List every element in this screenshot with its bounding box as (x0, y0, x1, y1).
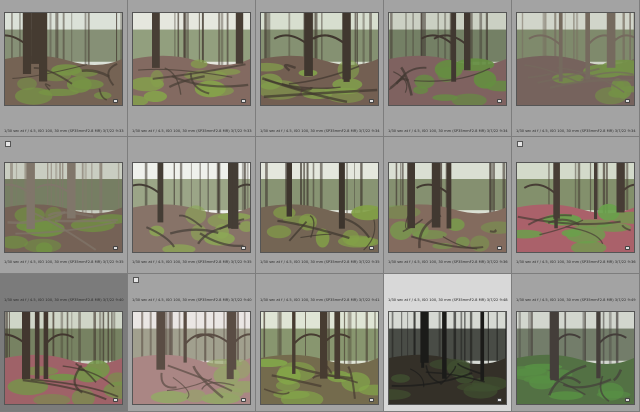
photo-cell[interactable]: 1/30 sec at f / 4.5, ISO 100, 30 mm (SP3… (0, 274, 128, 412)
photo-thumbnail[interactable] (261, 163, 378, 252)
edit-badge-icon (497, 99, 502, 103)
photo-thumbnail[interactable] (5, 13, 122, 105)
photo-thumbnail[interactable] (261, 312, 378, 404)
edit-badge-icon (113, 398, 118, 402)
flag-badge-icon[interactable] (5, 141, 11, 147)
edit-badge-icon (369, 99, 374, 103)
photo-cell[interactable]: 1/30 sec at f / 4.5, ISO 100, 30 mm (SP3… (256, 137, 384, 274)
edit-badge-icon (369, 398, 374, 402)
photo-metadata: 1/30 sec at f / 4.5, ISO 100, 30 mm (SP3… (4, 129, 124, 133)
photo-cell[interactable]: 1/30 sec at f / 4.5, ISO 100, 30 mm (SP3… (128, 274, 256, 412)
photo-thumbnail[interactable] (517, 163, 634, 252)
edit-badge-icon (625, 99, 630, 103)
photo-metadata: 1/30 sec at f / 4.5, ISO 100, 30 mm (SP3… (132, 298, 252, 302)
photo-metadata: 1/30 sec at f / 4.5, ISO 100, 30 mm (SP3… (516, 260, 636, 264)
edit-badge-icon (369, 246, 374, 250)
photo-cell[interactable]: 1/30 sec at f / 4.5, ISO 100, 30 mm (SP3… (128, 137, 256, 274)
photo-thumbnail[interactable] (5, 312, 122, 404)
photo-cell[interactable]: 1/30 sec at f / 4.5, ISO 100, 30 mm (SP3… (512, 137, 640, 274)
edit-badge-icon (625, 246, 630, 250)
photo-thumbnail[interactable] (5, 163, 122, 252)
photo-cell[interactable]: 1/30 sec at f / 4.5, ISO 100, 30 mm (SP3… (256, 0, 384, 137)
edit-badge-icon (497, 398, 502, 402)
photo-cell[interactable]: 1/30 sec at f / 4.5, ISO 100, 30 mm (SP3… (384, 0, 512, 137)
photo-metadata: 1/30 sec at f / 4.5, ISO 100, 30 mm (SP3… (388, 298, 508, 302)
edit-badge-icon (497, 246, 502, 250)
edit-badge-icon (113, 246, 118, 250)
edit-badge-icon (625, 398, 630, 402)
photo-cell[interactable]: 1/30 sec at f / 4.5, ISO 100, 30 mm (SP3… (128, 0, 256, 137)
photo-cell[interactable]: 1/30 sec at f / 4.5, ISO 100, 30 mm (SP3… (384, 137, 512, 274)
flag-badge-icon[interactable] (517, 141, 523, 147)
photo-cell[interactable]: 1/30 sec at f / 4.5, ISO 100, 30 mm (SP3… (0, 0, 128, 137)
flag-badge-icon[interactable] (133, 277, 139, 283)
edit-badge-icon (241, 398, 246, 402)
photo-metadata: 1/30 sec at f / 4.5, ISO 100, 30 mm (SP3… (260, 298, 380, 302)
edit-badge-icon (113, 99, 118, 103)
photo-metadata: 1/30 sec at f / 4.5, ISO 100, 30 mm (SP3… (516, 298, 636, 302)
photo-cell[interactable]: 1/30 sec at f / 4.5, ISO 100, 30 mm (SP3… (384, 274, 512, 412)
edit-badge-icon (241, 99, 246, 103)
photo-thumbnail[interactable] (389, 312, 506, 404)
photo-thumbnail[interactable] (517, 13, 634, 105)
photo-cell[interactable]: 1/30 sec at f / 4.5, ISO 100, 30 mm (SP3… (0, 137, 128, 274)
thumbnail-grid: 1/30 sec at f / 4.5, ISO 100, 30 mm (SP3… (0, 0, 640, 412)
photo-thumbnail[interactable] (133, 163, 250, 252)
photo-thumbnail[interactable] (133, 13, 250, 105)
photo-thumbnail[interactable] (389, 13, 506, 105)
photo-cell[interactable]: 1/30 sec at f / 4.5, ISO 100, 30 mm (SP3… (512, 0, 640, 137)
photo-thumbnail[interactable] (517, 312, 634, 404)
photo-metadata: 1/30 sec at f / 4.5, ISO 100, 30 mm (SP3… (388, 260, 508, 264)
photo-thumbnail[interactable] (261, 13, 378, 105)
photo-thumbnail[interactable] (389, 163, 506, 252)
photo-metadata: 1/30 sec at f / 4.5, ISO 100, 30 mm (SP3… (516, 129, 636, 133)
edit-badge-icon (241, 246, 246, 250)
photo-metadata: 1/30 sec at f / 4.5, ISO 100, 30 mm (SP3… (132, 260, 252, 264)
photo-metadata: 1/30 sec at f / 4.5, ISO 100, 30 mm (SP3… (260, 260, 380, 264)
photo-thumbnail[interactable] (133, 312, 250, 404)
photo-cell[interactable]: 1/30 sec at f / 4.5, ISO 100, 30 mm (SP3… (512, 274, 640, 412)
photo-metadata: 1/30 sec at f / 4.5, ISO 100, 30 mm (SP3… (4, 260, 124, 264)
photo-metadata: 1/30 sec at f / 4.5, ISO 100, 30 mm (SP3… (4, 298, 124, 302)
photo-metadata: 1/30 sec at f / 4.5, ISO 100, 30 mm (SP3… (260, 129, 380, 133)
photo-metadata: 1/30 sec at f / 4.5, ISO 100, 30 mm (SP3… (388, 129, 508, 133)
photo-metadata: 1/30 sec at f / 4.5, ISO 100, 30 mm (SP3… (132, 129, 252, 133)
photo-cell[interactable]: 1/30 sec at f / 4.5, ISO 100, 30 mm (SP3… (256, 274, 384, 412)
